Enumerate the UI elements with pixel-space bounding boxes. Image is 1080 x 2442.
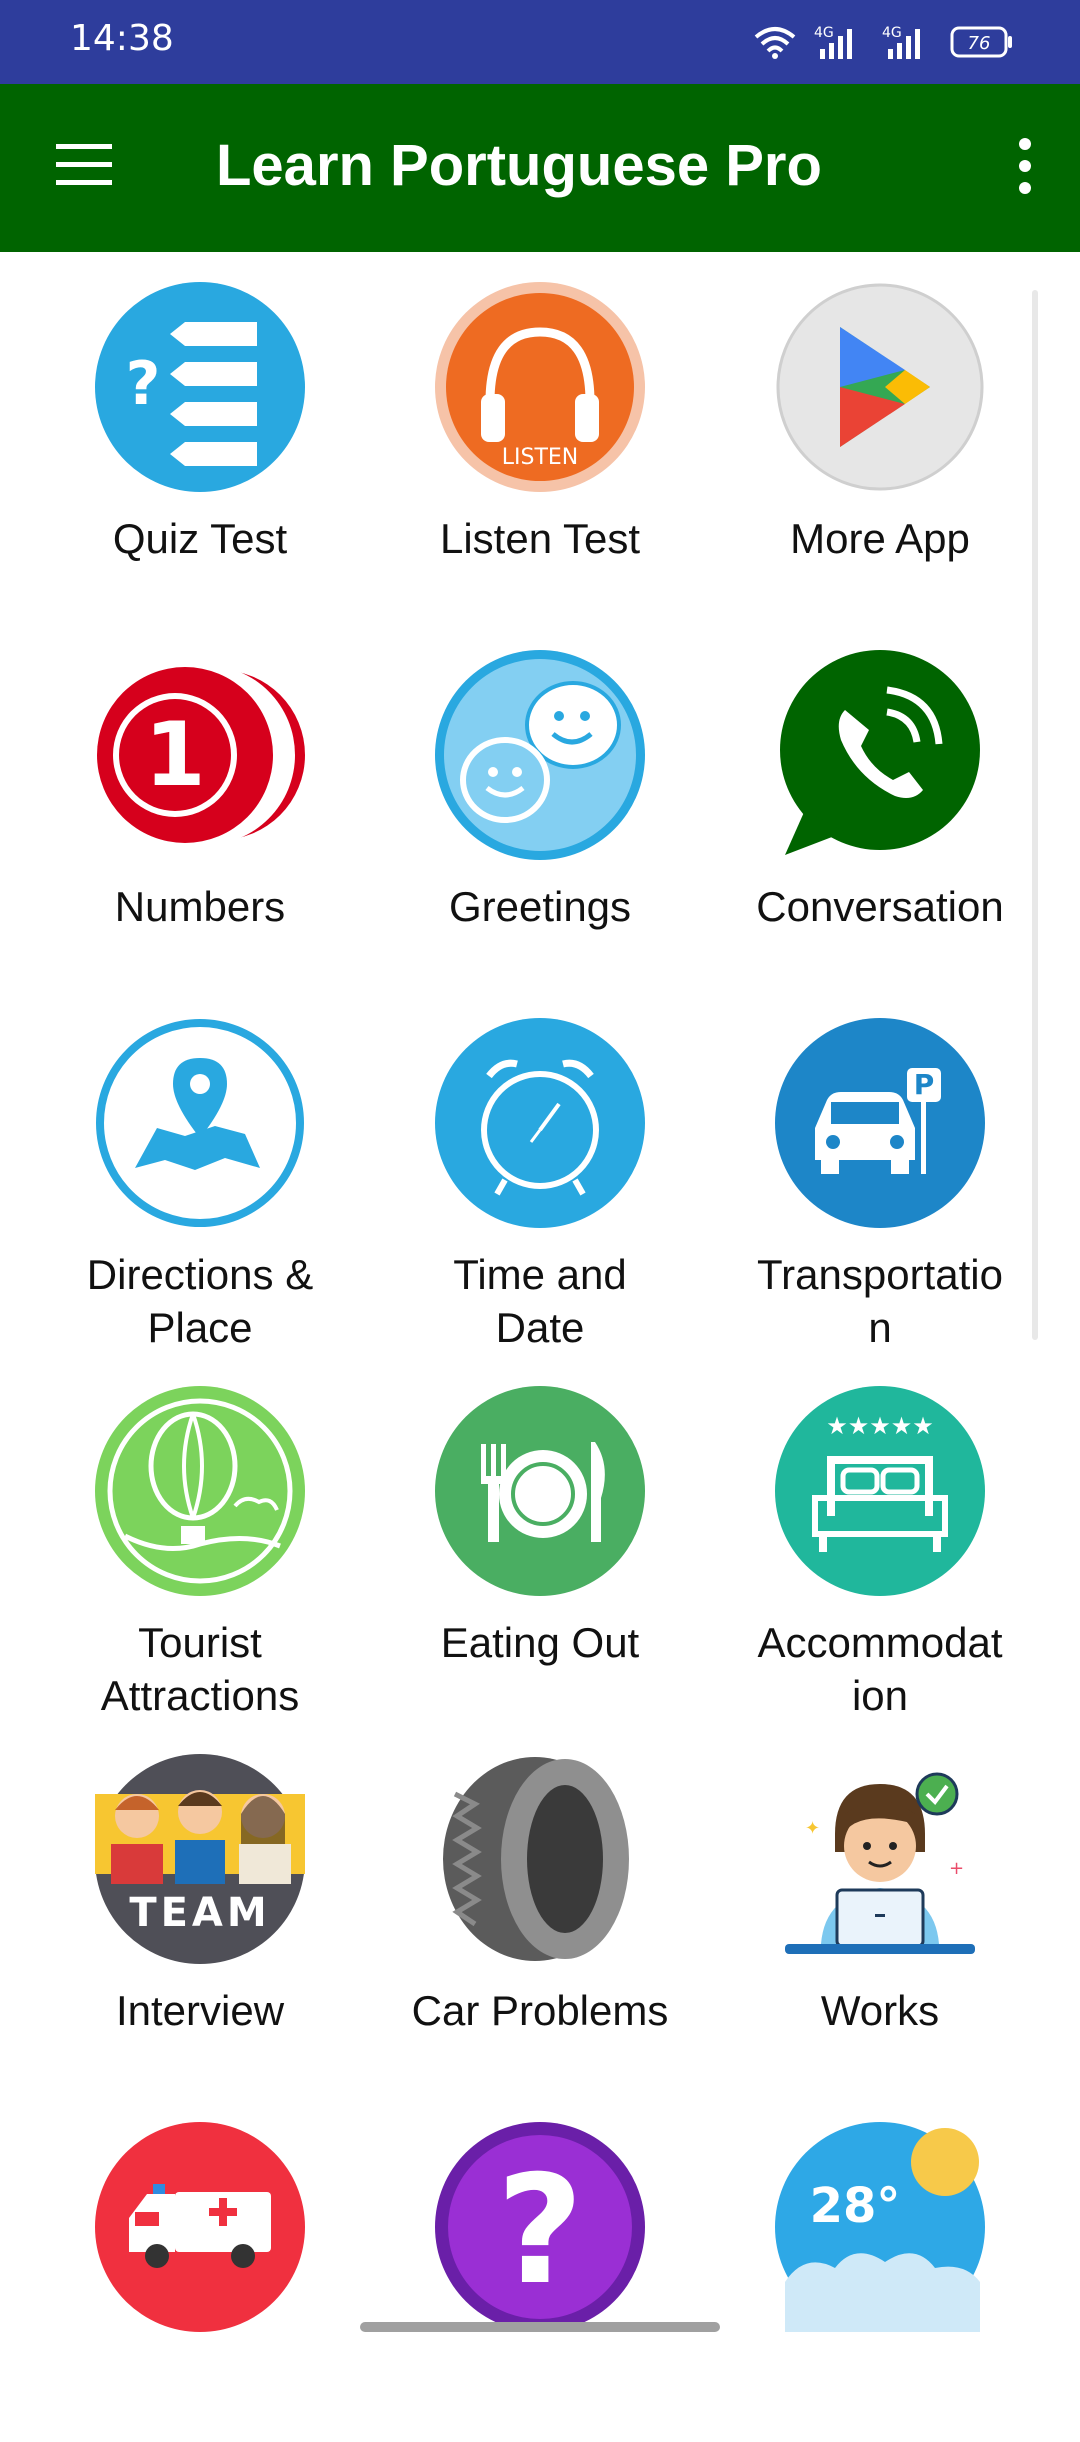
question-icon-text: ?: [496, 2144, 583, 2318]
app-bar: Learn Portuguese Pro: [0, 84, 1080, 252]
svg-text:✦: ✦: [805, 1818, 820, 1839]
tile-label: More App: [790, 515, 970, 562]
tile-questions[interactable]: ?: [360, 2092, 720, 2442]
map-pin-icon: [96, 1019, 304, 1227]
tile-label: Greetings: [448, 883, 632, 930]
tile-label: Accommodat ion: [757, 1619, 1003, 1719]
tile-transportation[interactable]: P Transportatio n: [700, 988, 1060, 1351]
tile-label: Directions & Place: [86, 1251, 314, 1351]
menu-button[interactable]: [40, 128, 130, 208]
hot-air-balloon-icon: [95, 1386, 305, 1596]
cell-signal-icon: 4G: [814, 25, 852, 59]
smiley-chat-icon: [435, 650, 645, 860]
tile-label: Works: [820, 1987, 940, 2034]
tile-time-and-date[interactable]: Time and Date: [360, 988, 720, 1351]
tile-label: Numbers: [114, 883, 286, 930]
overflow-menu-button[interactable]: [990, 128, 1060, 208]
status-time: 14:38: [70, 18, 174, 59]
alarm-clock-icon: [435, 1018, 645, 1228]
tile-weather[interactable]: 28°: [700, 2092, 1060, 2442]
tile-emergency[interactable]: [20, 2092, 380, 2442]
svg-text:?: ?: [126, 349, 161, 419]
fork-plate-knife-icon: [435, 1386, 645, 1596]
tile-label: Listen Test: [439, 515, 640, 562]
scrollbar[interactable]: [1032, 290, 1038, 1340]
network-type-1: 4G: [814, 25, 834, 41]
headphones-icon: LISTEN: [435, 282, 645, 492]
hamburger-menu-icon: [56, 144, 112, 185]
status-icons: 4G 4G 76: [754, 22, 1014, 62]
parking-icon-text: P: [914, 1068, 935, 1101]
question-mark-icon: ?: [435, 2122, 645, 2332]
team-icon-text: TEAM: [129, 1890, 270, 1936]
wifi-icon: [754, 27, 796, 59]
play-store-icon: [776, 283, 984, 491]
tile-car-problems[interactable]: Car Problems: [360, 1724, 720, 2074]
hotel-stars-text: ★★★★★: [826, 1412, 934, 1440]
person-laptop-icon: ✦ +: [785, 1772, 975, 1954]
tile-label: Time and Date: [453, 1251, 627, 1351]
svg-text:+: +: [949, 1858, 964, 1879]
tile-interview[interactable]: TEAM Interview: [20, 1724, 380, 2074]
tile-tourist-attractions[interactable]: Tourist Attractions: [20, 1356, 380, 1719]
tile-listen-test[interactable]: LISTEN Listen Test: [360, 252, 720, 602]
battery-icon: 76: [950, 26, 1012, 58]
tile-label: Tourist Attractions: [100, 1619, 300, 1719]
listen-icon-text: LISTEN: [502, 445, 579, 470]
tile-label: Conversation: [756, 883, 1004, 930]
battery-level: 76: [968, 33, 991, 54]
tile-accommodation[interactable]: ★★★★★ Accommodat ion: [700, 1356, 1060, 1719]
car-parking-icon: P: [775, 1018, 985, 1228]
quiz-icon: ?: [95, 282, 305, 492]
status-bar: 14:38 4G 4G 76: [0, 0, 1080, 84]
tile-label: Car Problems: [411, 1987, 669, 2034]
tile-label: Transportatio n: [757, 1251, 1003, 1351]
tile-quiz-test[interactable]: ? Quiz Test: [20, 252, 380, 602]
cell-signal-icon: 4G: [882, 25, 920, 59]
tile-greetings[interactable]: Greetings: [360, 620, 720, 970]
temperature-text: 28°: [810, 2178, 901, 2234]
phone-chat-icon: [780, 650, 980, 855]
home-indicator[interactable]: [360, 2322, 720, 2332]
numbers-icon-text: 1: [144, 703, 205, 806]
tile-more-app[interactable]: More App: [700, 252, 1060, 602]
team-icon: TEAM: [95, 1754, 305, 1964]
tire-icon: [443, 1757, 629, 1961]
app-title: Learn Portuguese Pro: [216, 133, 822, 198]
tile-label: Eating Out: [440, 1619, 640, 1666]
weather-icon: 28°: [775, 2122, 985, 2332]
tile-works[interactable]: ✦ + Works: [700, 1724, 1060, 2074]
tile-eating-out[interactable]: Eating Out: [360, 1356, 720, 1706]
ambulance-icon: [95, 2122, 305, 2332]
tile-label: Interview: [115, 1987, 285, 2034]
tile-numbers[interactable]: 1 Numbers: [20, 620, 380, 970]
more-vert-icon: [1019, 138, 1031, 194]
hotel-bed-icon: ★★★★★: [775, 1386, 985, 1596]
tile-directions-place[interactable]: Directions & Place: [20, 988, 380, 1351]
number-one-icon: 1: [97, 665, 305, 845]
network-type-2: 4G: [882, 25, 902, 41]
tile-conversation[interactable]: Conversation: [700, 620, 1060, 970]
tile-label: Quiz Test: [112, 515, 288, 562]
